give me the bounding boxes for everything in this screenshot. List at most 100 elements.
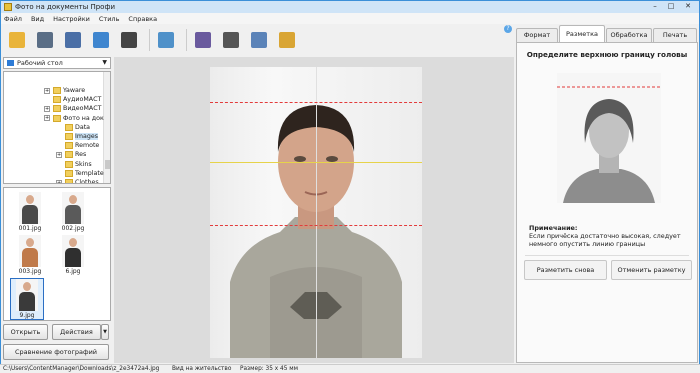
tree-item-label: АудиоМАСТ	[63, 96, 102, 104]
expand-icon[interactable]	[56, 134, 62, 140]
save-disk-icon	[37, 32, 53, 48]
tree-item[interactable]: Data	[56, 123, 90, 132]
expand-icon[interactable]: +	[44, 87, 50, 94]
tree-item[interactable]: Images	[56, 132, 99, 141]
remark-button[interactable]: Разметить снова	[524, 260, 607, 280]
expand-icon[interactable]: +	[44, 105, 50, 112]
open-button[interactable]: Открыть	[3, 324, 48, 340]
markup-panel: Определите верхнюю границу головы Примеч…	[516, 42, 698, 363]
divider	[525, 255, 689, 256]
image-edit-button[interactable]	[154, 28, 178, 52]
print-icon	[65, 32, 81, 48]
tree-scroll-thumb[interactable]	[105, 160, 110, 169]
expand-icon[interactable]	[56, 170, 62, 176]
tree-item[interactable]: + Фото на док	[44, 114, 104, 123]
expand-icon[interactable]	[56, 161, 62, 167]
photo-thumbnail[interactable]: 001.jpg	[13, 192, 47, 234]
tree-item-label: Images	[75, 133, 99, 140]
tree-item[interactable]: + Yaware	[44, 86, 85, 95]
save-disk-button[interactable]	[33, 28, 57, 52]
menu-style[interactable]: Стиль	[99, 15, 120, 23]
help-book-icon	[195, 32, 211, 48]
thumbnail-image	[16, 279, 38, 311]
expand-icon[interactable]	[44, 97, 50, 103]
thumbnail-label: 6.jpg	[65, 268, 81, 275]
tree-item[interactable]: Skins	[56, 160, 92, 169]
thumbnail-image	[62, 235, 84, 267]
video-reel-button[interactable]	[219, 28, 243, 52]
tab-print[interactable]: Печать	[653, 28, 697, 42]
menu-file[interactable]: Файл	[4, 15, 22, 23]
open-folder-icon	[9, 32, 25, 48]
menu-view[interactable]: Вид	[31, 15, 44, 23]
window-title: Фото на документы Профи	[15, 3, 115, 11]
actions-dropdown-button[interactable]: ▼	[101, 324, 109, 340]
tab-markup[interactable]: Разметка	[559, 25, 605, 42]
expand-icon[interactable]: +	[44, 115, 50, 122]
photo-canvas[interactable]	[114, 57, 514, 363]
folder-tree: + Yaware АудиоМАСТ + ВидеоМАСТ + Фото на док Da…	[3, 71, 111, 184]
maximize-button[interactable]: □	[664, 2, 678, 11]
photo-thumbnail[interactable]: 6.jpg	[56, 235, 90, 277]
tree-item[interactable]: АудиоМАСТ	[44, 95, 101, 104]
folder-icon	[65, 179, 73, 183]
folder-combo[interactable]: Рабочий стол ▼	[3, 57, 111, 69]
menu-settings[interactable]: Настройки	[53, 15, 90, 23]
tree-item-label: Res	[75, 151, 87, 159]
tree-item[interactable]: + Clothes	[56, 178, 99, 184]
folder-icon	[53, 87, 61, 94]
compare-photos-button[interactable]: Сравнение фотографий	[3, 344, 109, 360]
left-panel: Рабочий стол ▼ + Yaware АудиоМАСТ + ВидеоМАС…	[3, 57, 111, 363]
actions-button[interactable]: Действия	[52, 324, 101, 340]
menu-help[interactable]: Справка	[128, 15, 157, 23]
open-folder-button[interactable]	[5, 28, 29, 52]
tree-item-label: Remote	[75, 142, 100, 150]
expand-icon[interactable]: +	[56, 151, 62, 158]
tree-item-label: Template	[75, 169, 104, 177]
status-bar: C:\Users\ContentManager\Downloads\z_2e34…	[0, 364, 700, 373]
minimize-button[interactable]: –	[648, 2, 662, 11]
photo-thumbnail[interactable]: 003.jpg	[13, 235, 47, 277]
user-settings-button[interactable]	[89, 28, 113, 52]
tab-format[interactable]: Формат	[516, 28, 558, 42]
camera-button[interactable]	[117, 28, 141, 52]
photo-thumbnail[interactable]: 002.jpg	[56, 192, 90, 234]
close-button[interactable]: ✕	[681, 2, 695, 11]
image-edit-icon	[158, 32, 174, 48]
chin-guide-line[interactable]	[210, 225, 422, 226]
photo-thumbnail[interactable]: 9.jpg	[10, 278, 44, 320]
expand-icon[interactable]	[56, 124, 62, 130]
help-book-button[interactable]	[191, 28, 215, 52]
tree-item[interactable]: + Res	[56, 150, 86, 159]
tree-scrollbar[interactable]	[103, 72, 110, 183]
toolbar	[1, 24, 513, 56]
note-block: Примечание: Если причёска достаточно выс…	[529, 224, 689, 248]
tree-item[interactable]: + ВидеоМАСТ	[44, 104, 101, 113]
gear-cloud-icon	[251, 32, 267, 48]
tree-item-label: Clothes	[75, 179, 99, 184]
help-icon[interactable]: ?	[504, 25, 512, 33]
user-settings-icon	[93, 32, 109, 48]
toolbar-separator	[149, 29, 150, 51]
expand-icon[interactable]: +	[56, 179, 62, 183]
folder-icon	[65, 133, 73, 140]
folder-icon	[53, 96, 61, 104]
status-photo-size: Размер: 35 x 45 мм	[240, 366, 299, 372]
camera-icon	[121, 32, 137, 48]
gear-cloud-button[interactable]	[247, 28, 271, 52]
sample-portrait-image	[557, 86, 661, 203]
eye-guide-line[interactable]	[210, 162, 422, 163]
expand-icon[interactable]	[56, 143, 62, 149]
gift-box-button[interactable]	[275, 28, 299, 52]
center-guide-line	[316, 67, 317, 358]
note-text: Если причёска достаточно высокая, следуе…	[529, 232, 681, 248]
menu-bar: Файл Вид Настройки Стиль Справка	[1, 13, 699, 24]
tree-item[interactable]: Remote	[56, 141, 99, 150]
thumbnail-image	[62, 192, 84, 224]
print-button[interactable]	[61, 28, 85, 52]
sample-portrait	[557, 73, 661, 203]
cancel-markup-button[interactable]: Отменить разметку	[611, 260, 692, 280]
tree-item[interactable]: Template	[56, 169, 104, 178]
tab-processing[interactable]: Обработка	[606, 28, 652, 42]
head-top-guide-line[interactable]	[210, 102, 422, 103]
